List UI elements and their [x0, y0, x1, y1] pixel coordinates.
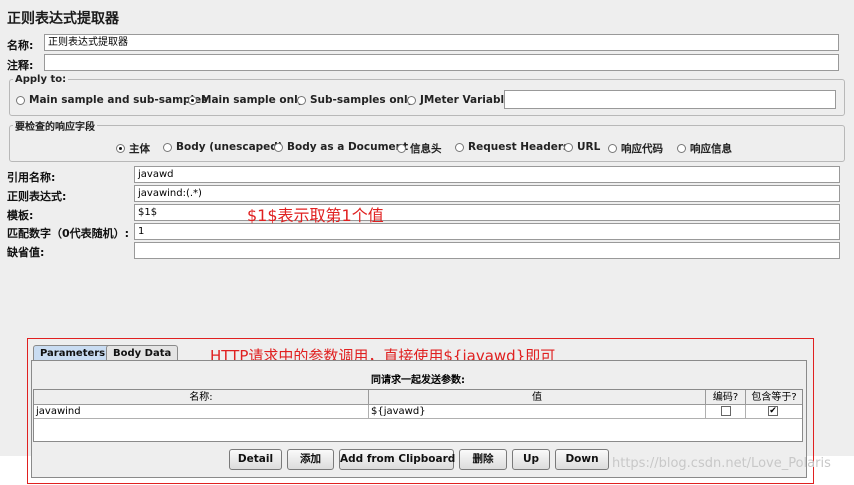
radio-label: 响应代码 [621, 143, 663, 155]
include-equals-checkbox[interactable]: ✔ [768, 406, 778, 416]
apply-jmeter-variable-radio[interactable]: JMeter Variable [407, 94, 511, 106]
radio-label: JMeter Variable [420, 94, 512, 106]
check-url-radio[interactable]: URL [564, 141, 600, 153]
regex-input[interactable]: javawind:(.*) [134, 185, 840, 202]
check-headers-radio[interactable]: 信息头 [397, 141, 442, 156]
default-value-label: 缺省值: [7, 246, 45, 259]
radio-icon [163, 142, 172, 152]
name-label: 名称: [7, 39, 34, 52]
jmeter-variable-input[interactable] [504, 90, 836, 109]
column-header-value[interactable]: 值 [369, 390, 706, 405]
page-title: 正则表达式提取器 [7, 11, 119, 27]
radio-label: 响应信息 [690, 143, 732, 155]
table-cell-include-equals: ✔ [746, 405, 802, 419]
name-input[interactable]: 正则表达式提取器 [44, 34, 839, 51]
check-request-headers-radio[interactable]: Request Headers [455, 141, 569, 153]
template-input[interactable]: $1$ [134, 204, 840, 221]
column-header-name[interactable]: 名称: [34, 390, 369, 405]
default-value-input[interactable] [134, 242, 840, 259]
match-number-input[interactable]: 1 [134, 223, 840, 240]
radio-label: Main sample only [201, 94, 305, 106]
radio-icon [564, 142, 573, 152]
regex-label: 正则表达式: [7, 190, 67, 203]
add-from-clipboard-button[interactable]: Add from Clipboard [339, 449, 455, 470]
delete-button[interactable]: 删除 [459, 449, 507, 470]
radio-icon [16, 95, 25, 105]
comment-label: 注释: [7, 59, 34, 72]
radio-icon [608, 144, 617, 153]
column-header-include-equals[interactable]: 包含等于? [746, 390, 802, 405]
radio-icon [455, 142, 464, 152]
encode-checkbox[interactable] [721, 406, 731, 416]
column-header-encode[interactable]: 编码? [706, 390, 746, 405]
radio-label: Body as a Document [287, 141, 409, 153]
template-annotation: $1$表示取第1个值 [247, 206, 384, 225]
apply-sub-only-radio[interactable]: Sub-samples only [297, 94, 414, 106]
watermark: https://blog.csdn.net/Love_Polaris [612, 456, 831, 471]
ref-name-input[interactable]: javawd [134, 166, 840, 183]
table-cell-name[interactable]: javawind [34, 405, 369, 419]
radio-icon [407, 95, 416, 105]
radio-label: 信息头 [410, 143, 442, 155]
down-button[interactable]: Down [555, 449, 609, 470]
parameters-table: 名称: 值 编码? 包含等于? javawind ${javawd} ✔ [33, 389, 803, 442]
add-button[interactable]: 添加 [287, 449, 334, 470]
radio-label: 主体 [129, 143, 150, 155]
radio-selected-icon [188, 95, 197, 105]
radio-selected-icon [116, 144, 125, 153]
ref-name-label: 引用名称: [7, 171, 56, 184]
up-button[interactable]: Up [512, 449, 550, 470]
table-cell-value[interactable]: ${javawd} [369, 405, 706, 419]
radio-label: Request Headers [468, 141, 570, 153]
match-number-label: 匹配数字（0代表随机）: [7, 227, 130, 240]
table-cell-encode [706, 405, 746, 419]
check-response-code-radio[interactable]: 响应代码 [608, 141, 663, 156]
table-caption: 同请求一起发送参数: [371, 375, 465, 386]
apply-main-and-sub-radio[interactable]: Main sample and sub-samples [16, 94, 208, 106]
comment-input[interactable] [44, 54, 839, 71]
check-body-document-radio[interactable]: Body as a Document [274, 141, 408, 153]
radio-label: Body (unescaped) [176, 141, 283, 153]
check-response-message-radio[interactable]: 响应信息 [677, 141, 732, 156]
template-label: 模板: [7, 209, 34, 222]
radio-icon [274, 142, 283, 152]
apply-to-legend: Apply to: [15, 74, 67, 85]
check-body-radio[interactable]: 主体 [116, 141, 150, 156]
radio-icon [677, 144, 686, 153]
field-to-check-legend: 要检查的响应字段 [15, 122, 95, 133]
radio-label: Main sample and sub-samples [29, 94, 208, 106]
radio-icon [397, 144, 406, 153]
radio-icon [297, 95, 306, 105]
apply-main-only-radio[interactable]: Main sample only [188, 94, 305, 106]
radio-label: URL [577, 141, 601, 153]
check-body-unescaped-radio[interactable]: Body (unescaped) [163, 141, 283, 153]
detail-button[interactable]: Detail [229, 449, 282, 470]
radio-label: Sub-samples only [310, 94, 415, 106]
